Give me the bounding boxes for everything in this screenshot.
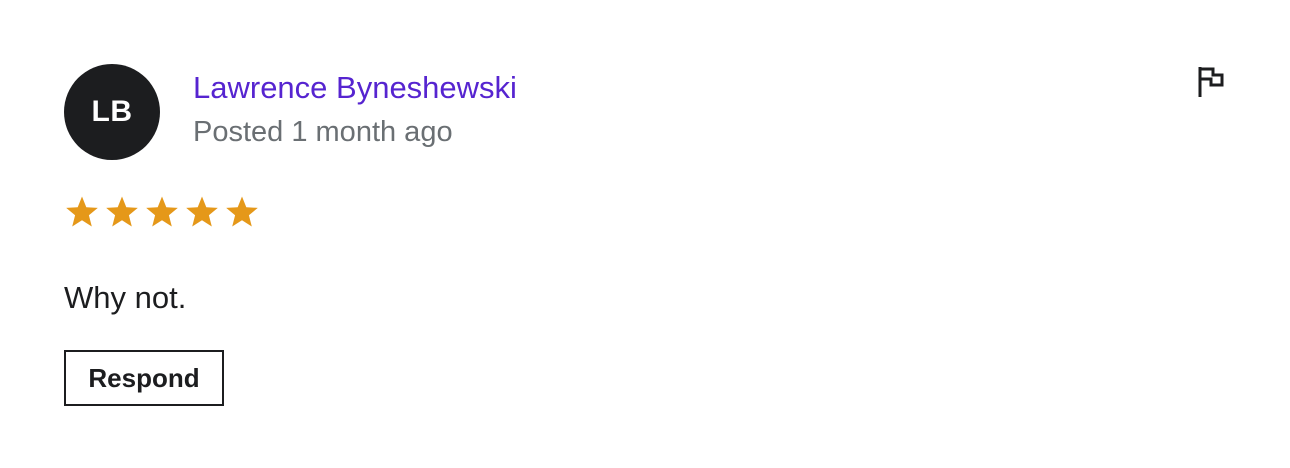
report-button[interactable] xyxy=(1194,64,1228,100)
avatar: LB xyxy=(64,64,160,160)
author-name-link[interactable]: Lawrence Byneshewski xyxy=(193,68,517,108)
star-rating xyxy=(64,192,260,232)
review-text: Why not. xyxy=(64,280,187,315)
star-icon xyxy=(224,192,260,232)
avatar-initials: LB xyxy=(91,95,133,128)
star-icon xyxy=(64,192,100,232)
star-icon xyxy=(104,192,140,232)
star-icon xyxy=(184,192,220,232)
flag-icon xyxy=(1194,64,1228,100)
star-icon xyxy=(144,192,180,232)
posted-time: Posted 1 month ago xyxy=(193,116,453,148)
respond-button[interactable]: Respond xyxy=(64,350,224,406)
review-card: LB Lawrence Byneshewski Posted 1 month a… xyxy=(0,0,1290,468)
